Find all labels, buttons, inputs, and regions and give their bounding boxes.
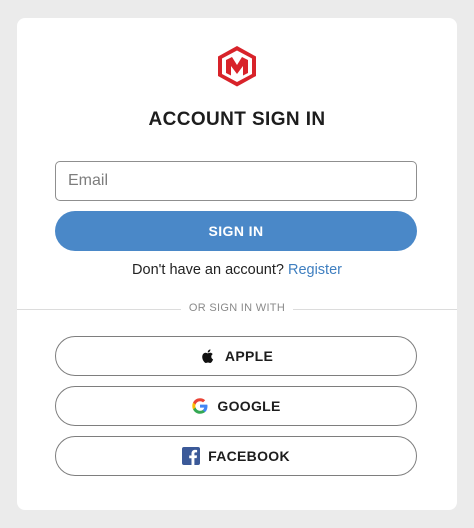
- page-title: ACCOUNT SIGN IN: [148, 109, 326, 130]
- apple-sign-in-button[interactable]: APPLE: [55, 336, 417, 376]
- register-prompt: Don't have an account?: [132, 262, 284, 278]
- sign-in-button-label: SIGN IN: [208, 223, 264, 239]
- apple-label: APPLE: [224, 348, 274, 364]
- facebook-icon: [182, 447, 201, 465]
- google-icon: [191, 397, 209, 415]
- apple-icon: [199, 347, 217, 365]
- divider-label: OR SIGN IN WITH: [17, 302, 457, 314]
- google-sign-in-button[interactable]: GOOGLE: [55, 386, 417, 426]
- google-label: GOOGLE: [217, 398, 281, 414]
- divider-text: OR SIGN IN WITH: [180, 302, 294, 314]
- facebook-sign-in-button[interactable]: FACEBOOK: [55, 436, 417, 476]
- register-link[interactable]: Register: [288, 262, 342, 278]
- register-prompt-row: Don't have an account? Register: [17, 262, 457, 278]
- facebook-label: FACEBOOK: [208, 448, 290, 464]
- sign-in-card: ACCOUNT SIGN IN SIGN IN Don't have an ac…: [17, 18, 457, 510]
- email-field[interactable]: [55, 161, 417, 201]
- sign-in-button[interactable]: SIGN IN: [55, 211, 417, 251]
- red-cube-m-logo-icon: [218, 46, 256, 87]
